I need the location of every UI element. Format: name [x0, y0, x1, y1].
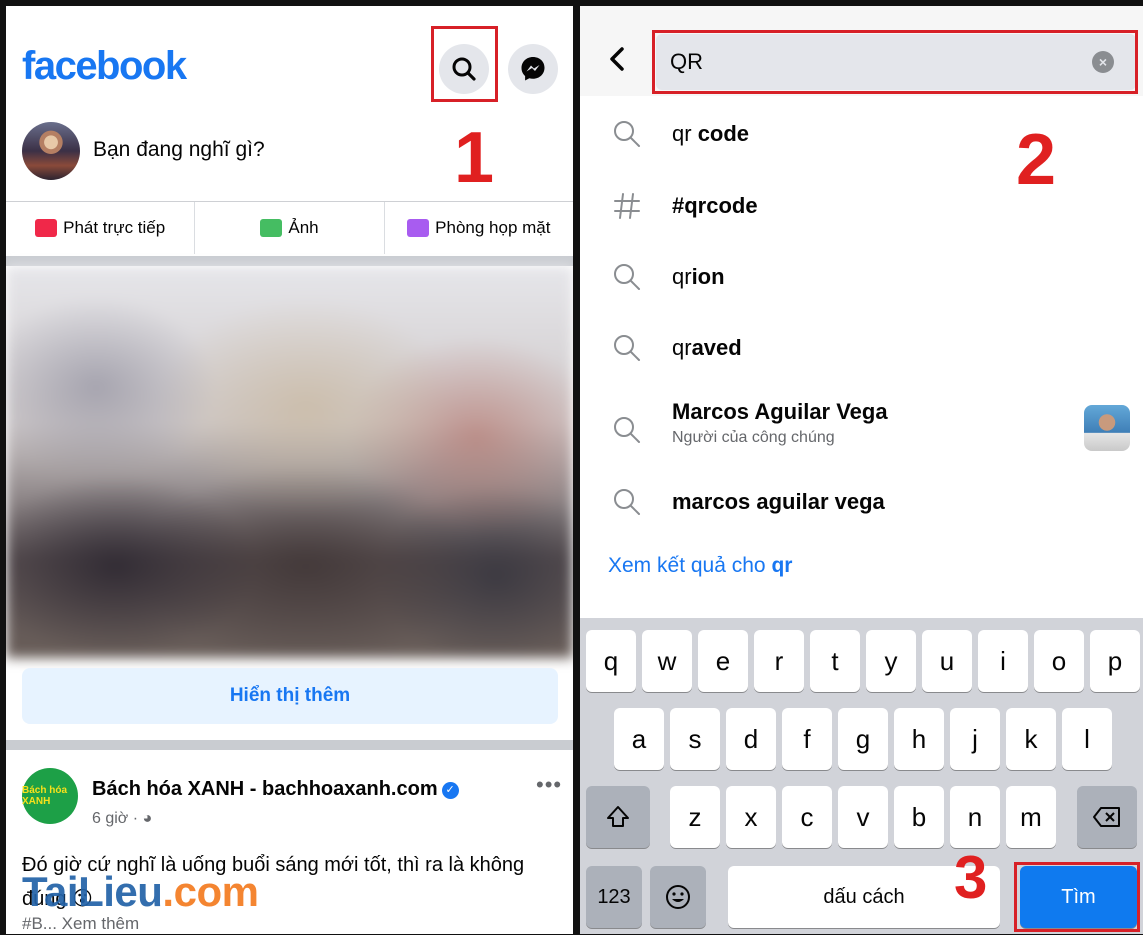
key-y[interactable]: y — [866, 630, 916, 692]
facebook-feed-screen: facebook 1 Bạn đang nghĩ gì? Phát trực t… — [6, 6, 573, 934]
key-t[interactable]: t — [810, 630, 860, 692]
suggestion-text: #qrcode — [672, 193, 758, 218]
suggestion-item[interactable]: qraved — [580, 318, 1143, 378]
key-m[interactable]: m — [1006, 786, 1056, 848]
key-n[interactable]: n — [950, 786, 1000, 848]
key-w[interactable]: w — [642, 630, 692, 692]
key-k[interactable]: k — [1006, 708, 1056, 770]
messenger-button[interactable] — [508, 44, 558, 94]
suggestion-item[interactable]: marcos aguilar vega — [580, 472, 1143, 532]
photo-icon — [260, 219, 283, 237]
room-icon — [407, 219, 430, 237]
search-icon — [614, 489, 640, 515]
key-x[interactable]: x — [726, 786, 776, 848]
page-avatar[interactable]: Bách hóa XANH — [22, 768, 78, 824]
key-v[interactable]: v — [838, 786, 888, 848]
key-b[interactable]: b — [894, 786, 944, 848]
messenger-icon — [521, 57, 545, 81]
watermark-logo: TaiLieu.com — [22, 868, 259, 915]
suggestion-text: qr code — [672, 121, 750, 146]
suggestion-text: marcos aguilar vega — [672, 489, 885, 514]
key-u[interactable]: u — [922, 630, 972, 692]
backspace-key[interactable] — [1077, 786, 1137, 848]
section-separator — [6, 256, 573, 266]
search-input-highlight-box — [652, 30, 1138, 94]
back-chevron-icon[interactable] — [608, 46, 626, 72]
status-composer-prompt[interactable]: Bạn đang nghĩ gì? — [93, 138, 265, 162]
numbers-key[interactable]: 123 — [586, 866, 642, 928]
shift-key[interactable] — [586, 786, 650, 848]
search-icon — [614, 335, 640, 361]
emoji-key[interactable] — [650, 866, 706, 928]
suggestion-text: Marcos Aguilar Vega — [672, 399, 888, 424]
composer-actions: Phát trực tiếp Ảnh Phòng họp mặt — [6, 202, 573, 254]
suggestion-item-person[interactable]: Marcos Aguilar Vega Người của công chúng — [580, 391, 1143, 467]
key-a[interactable]: a — [614, 708, 664, 770]
show-more-button[interactable]: Hiển thị thêm — [22, 668, 558, 724]
user-avatar[interactable] — [22, 122, 80, 180]
key-e[interactable]: e — [698, 630, 748, 692]
post-meta: 6 giờ · ◕ — [92, 810, 152, 828]
step-3-label: 3 — [954, 844, 988, 911]
facebook-search-screen: × 2 qr code #qrcode qrion qraved Marcos … — [580, 6, 1143, 934]
see-more-link[interactable]: #B... Xem thêm — [22, 914, 139, 934]
key-o[interactable]: o — [1034, 630, 1084, 692]
search-icon — [614, 417, 640, 443]
suggestion-text: qraved — [672, 335, 742, 360]
step-1-label: 1 — [454, 118, 495, 198]
person-avatar — [1084, 405, 1130, 451]
key-g[interactable]: g — [838, 708, 888, 770]
backspace-icon — [1093, 807, 1120, 827]
verified-badge-icon: ✓ — [441, 782, 459, 799]
shift-icon — [607, 806, 629, 827]
live-video-icon — [35, 219, 58, 237]
photo-label: Ảnh — [288, 218, 319, 237]
suggestion-item[interactable]: qr code — [580, 104, 1143, 164]
key-h[interactable]: h — [894, 708, 944, 770]
blurred-post-image[interactable] — [6, 266, 573, 658]
suggestion-item[interactable]: qrion — [580, 247, 1143, 307]
key-j[interactable]: j — [950, 708, 1000, 770]
live-video-label: Phát trực tiếp — [63, 218, 166, 237]
key-c[interactable]: c — [782, 786, 832, 848]
hashtag-icon — [614, 193, 640, 219]
section-separator — [6, 740, 573, 750]
more-options-icon[interactable]: ••• — [536, 772, 562, 798]
photo-button[interactable]: Ảnh — [195, 202, 385, 254]
emoji-icon — [666, 885, 690, 909]
key-l[interactable]: l — [1062, 708, 1112, 770]
key-z[interactable]: z — [670, 786, 720, 848]
key-i[interactable]: i — [978, 630, 1028, 692]
search-icon — [614, 264, 640, 290]
facebook-logo: facebook — [22, 44, 187, 88]
suggestion-subtitle: Người của công chúng — [672, 429, 835, 446]
page-name-text: Bách hóa XANH - bachhoaxanh.com — [92, 778, 438, 800]
key-f[interactable]: f — [782, 708, 832, 770]
room-button[interactable]: Phòng họp mặt — [385, 202, 573, 254]
key-q[interactable]: q — [586, 630, 636, 692]
see-results-link[interactable]: Xem kết quả cho qr — [608, 554, 792, 578]
ios-keyboard: q w e r t y u i o p a s d f g h j k l z … — [580, 618, 1143, 934]
key-s[interactable]: s — [670, 708, 720, 770]
live-video-button[interactable]: Phát trực tiếp — [6, 202, 196, 254]
search-key-highlight-box — [1014, 862, 1140, 932]
search-highlight-box — [431, 26, 498, 102]
key-r[interactable]: r — [754, 630, 804, 692]
key-p[interactable]: p — [1090, 630, 1140, 692]
post-page-name[interactable]: Bách hóa XANH - bachhoaxanh.com ✓ — [92, 778, 459, 801]
suggestion-item[interactable]: #qrcode — [580, 176, 1143, 236]
suggestion-text: qrion — [672, 264, 725, 289]
key-d[interactable]: d — [726, 708, 776, 770]
room-label: Phòng họp mặt — [435, 218, 551, 237]
post-time: 6 giờ · — [92, 810, 139, 827]
globe-icon: ◕ — [142, 810, 153, 827]
search-icon — [614, 121, 640, 147]
